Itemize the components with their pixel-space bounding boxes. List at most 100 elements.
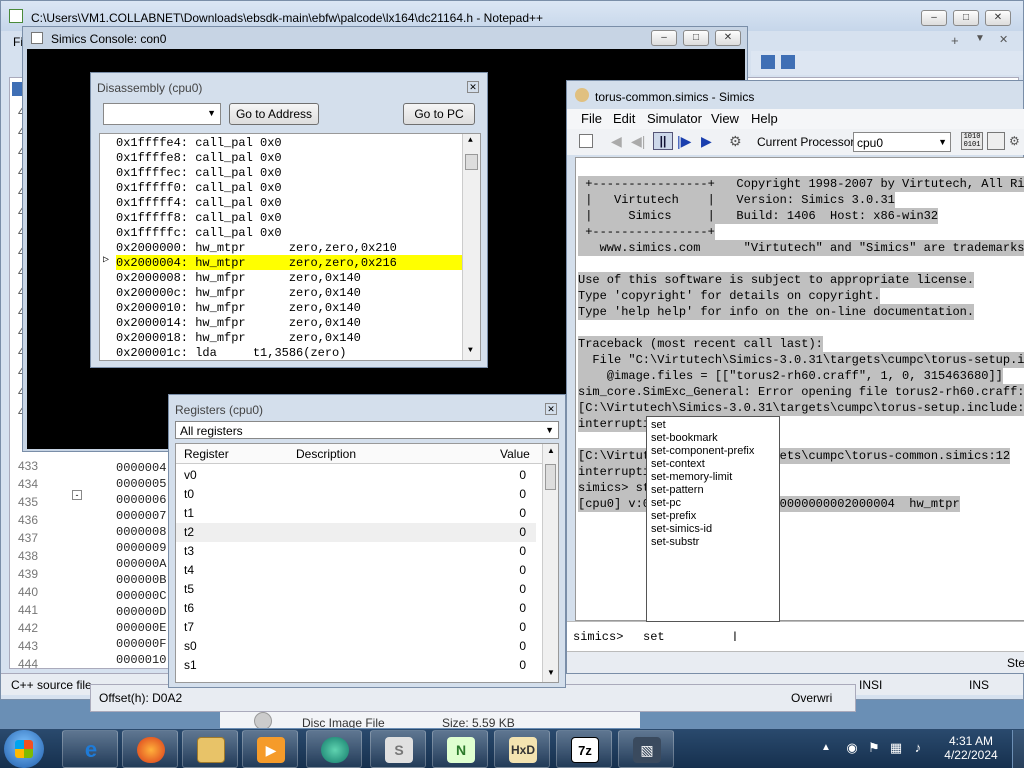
table-row[interactable]: t5 0 bbox=[176, 580, 536, 599]
taskbar-7zip-icon[interactable]: 7z bbox=[556, 730, 612, 768]
settings-icon[interactable]: ⚙ bbox=[729, 133, 742, 150]
completion-item[interactable]: set-substr bbox=[651, 536, 699, 549]
taskbar-hxd-icon[interactable]: HxD bbox=[494, 730, 550, 768]
step-forward-icon[interactable]: |▶ bbox=[677, 133, 691, 150]
table-row[interactable]: t6 0 bbox=[176, 599, 536, 618]
table-row[interactable]: t4 0 bbox=[176, 561, 536, 580]
taskbar-explorer-icon[interactable] bbox=[182, 730, 238, 768]
notepad-maximize-button[interactable]: □ bbox=[953, 10, 979, 26]
registers-close-icon[interactable]: ✕ bbox=[545, 403, 557, 415]
notepad-close-tab-icon[interactable]: ✕ bbox=[999, 33, 1008, 46]
tray-monitor-icon[interactable]: ▦ bbox=[888, 740, 904, 756]
table-row[interactable]: s0 0 bbox=[176, 637, 536, 656]
start-button[interactable] bbox=[4, 730, 44, 768]
tray-clock[interactable]: 4:31 AM 4/22/2024 bbox=[936, 732, 1006, 766]
console-title-bar[interactable]: Simics Console: con0 – □ ✕ bbox=[23, 27, 747, 49]
disassembly-line[interactable]: 0x1ffffec: call_pal 0x0 bbox=[116, 166, 282, 181]
disassembly-line[interactable]: 0x2000010: hw_mfpr zero,0x140 bbox=[116, 301, 361, 316]
registers-scrollbar[interactable]: ▲ ▼ bbox=[542, 444, 558, 682]
goto-pc-button[interactable]: Go to PC bbox=[403, 103, 475, 125]
simics-title-bar[interactable]: torus-common.simics - Simics bbox=[567, 81, 1024, 109]
taskbar-notepadpp-icon[interactable]: N bbox=[432, 730, 488, 768]
completion-item[interactable]: set-component-prefix bbox=[651, 445, 754, 458]
completion-item[interactable]: set-simics-id bbox=[651, 523, 712, 536]
completion-item[interactable]: set-pattern bbox=[651, 484, 704, 497]
table-row[interactable]: t7 0 bbox=[176, 618, 536, 637]
menu-view[interactable]: View bbox=[711, 109, 739, 129]
completion-popup[interactable]: set set-bookmark set-component-prefix se… bbox=[646, 416, 780, 622]
scroll-down-icon[interactable]: ▼ bbox=[547, 668, 555, 677]
disassembly-line[interactable]: 0x2000014: hw_mfpr zero,0x140 bbox=[116, 316, 361, 331]
simics-console-output[interactable]: +----------------+ Copyright 1998-2007 b… bbox=[575, 157, 1024, 621]
memory-view-icon[interactable] bbox=[987, 132, 1005, 150]
console-maximize-button[interactable]: □ bbox=[683, 30, 709, 46]
disassembly-line[interactable]: 0x2000000: hw_mtpr zero,zero,0x210 bbox=[116, 241, 397, 256]
disassembly-listing[interactable]: ▷ 0x1ffffe4: call_pal 0x0 0x1ffffe8: cal… bbox=[99, 133, 481, 361]
disassembly-line[interactable]: 0x2000008: hw_mfpr zero,0x140 bbox=[116, 271, 361, 286]
step-back-icon[interactable]: ◀ bbox=[611, 133, 622, 150]
tray-network-icon[interactable]: ◉ bbox=[844, 740, 860, 756]
completion-item[interactable]: set-context bbox=[651, 458, 705, 471]
console-minimize-button[interactable]: – bbox=[651, 30, 677, 46]
processor-select[interactable]: cpu0 ▼ bbox=[853, 132, 951, 152]
notepad-chevron-down-icon[interactable]: ▼ bbox=[975, 33, 985, 44]
disassembly-line-current[interactable]: 0x2000004: hw_mtpr zero,zero,0x216 bbox=[116, 256, 397, 271]
header-value[interactable]: Value bbox=[500, 447, 530, 461]
more-tools-icon[interactable]: ⚙ bbox=[1009, 134, 1020, 148]
table-row-selected[interactable]: t2 0 bbox=[176, 523, 536, 542]
tray-speaker-icon[interactable]: ♪ bbox=[910, 740, 926, 756]
binary-view-icon[interactable]: 1010 0101 bbox=[961, 132, 983, 150]
disassembly-close-icon[interactable]: ✕ bbox=[467, 81, 479, 93]
table-row[interactable]: t3 0 bbox=[176, 542, 536, 561]
pause-icon[interactable]: || bbox=[653, 132, 673, 150]
disassembly-line[interactable]: 0x1ffffe8: call_pal 0x0 bbox=[116, 151, 282, 166]
registers-filter-select[interactable]: All registers ▼ bbox=[175, 421, 559, 439]
notepad-toolbar-icon-b[interactable] bbox=[781, 55, 795, 69]
completion-item[interactable]: set-pc bbox=[651, 497, 681, 510]
notepad-close-button[interactable]: ✕ bbox=[985, 10, 1011, 26]
scroll-up-icon[interactable]: ▲ bbox=[547, 446, 555, 455]
table-row[interactable]: t1 0 bbox=[176, 504, 536, 523]
disassembly-scrollbar[interactable]: ▲ ▼ bbox=[462, 134, 480, 360]
show-desktop-button[interactable] bbox=[1012, 730, 1024, 768]
header-description[interactable]: Description bbox=[296, 447, 356, 461]
taskbar-app-icon[interactable] bbox=[306, 730, 362, 768]
taskbar-media-player-icon[interactable]: ▶ bbox=[242, 730, 298, 768]
table-row[interactable]: s1 0 bbox=[176, 656, 536, 675]
disassembly-line[interactable]: 0x1fffffc: call_pal 0x0 bbox=[116, 226, 282, 241]
notepad-toolbar-icon-a[interactable] bbox=[761, 55, 775, 69]
disassembly-line[interactable]: 0x1fffff0: call_pal 0x0 bbox=[116, 181, 282, 196]
completion-item[interactable]: set-bookmark bbox=[651, 432, 718, 445]
menu-file[interactable]: File bbox=[581, 109, 602, 129]
scroll-thumb[interactable] bbox=[545, 464, 556, 490]
completion-item[interactable]: set-memory-limit bbox=[651, 471, 732, 484]
table-row[interactable]: t0 0 bbox=[176, 485, 536, 504]
taskbar-firefox-icon[interactable] bbox=[122, 730, 178, 768]
menu-edit[interactable]: Edit bbox=[613, 109, 635, 129]
scroll-up-icon[interactable]: ▲ bbox=[468, 136, 473, 145]
console-close-button[interactable]: ✕ bbox=[715, 30, 741, 46]
disassembly-line[interactable]: 0x2000018: hw_mfpr zero,0x140 bbox=[116, 331, 361, 346]
tray-flag-icon[interactable]: ⚑ bbox=[866, 740, 882, 756]
scroll-thumb[interactable] bbox=[465, 154, 478, 170]
disassembly-line[interactable]: 0x200001c: lda t1,3586(zero) bbox=[116, 346, 346, 360]
table-row[interactable]: v0 0 bbox=[176, 466, 536, 485]
header-register[interactable]: Register bbox=[184, 447, 229, 461]
disassembly-line[interactable]: 0x1ffffe4: call_pal 0x0 bbox=[116, 136, 282, 151]
disassembly-line[interactable]: 0x200000c: hw_mfpr zero,0x140 bbox=[116, 286, 361, 301]
notepad-fold-marker[interactable]: - bbox=[72, 490, 82, 500]
completion-item[interactable]: set-prefix bbox=[651, 510, 696, 523]
run-icon[interactable]: ▶ bbox=[701, 133, 712, 150]
taskbar-simics-icon[interactable]: S bbox=[370, 730, 426, 768]
taskbar-computer-icon[interactable]: ▧ bbox=[618, 730, 674, 768]
disassembly-line[interactable]: 0x1fffff4: call_pal 0x0 bbox=[116, 196, 282, 211]
reverse-icon[interactable]: ◀| bbox=[631, 133, 645, 150]
new-session-icon[interactable] bbox=[579, 134, 593, 148]
disassembly-address-select[interactable]: ▼ bbox=[103, 103, 221, 125]
tray-chevron-up-icon[interactable]: ▲ bbox=[818, 740, 834, 756]
disassembly-line[interactable]: 0x1fffff8: call_pal 0x0 bbox=[116, 211, 282, 226]
menu-help[interactable]: Help bbox=[751, 109, 778, 129]
menu-simulator[interactable]: Simulator bbox=[647, 109, 702, 129]
goto-address-button[interactable]: Go to Address bbox=[229, 103, 319, 125]
completion-item[interactable]: set bbox=[651, 419, 666, 432]
